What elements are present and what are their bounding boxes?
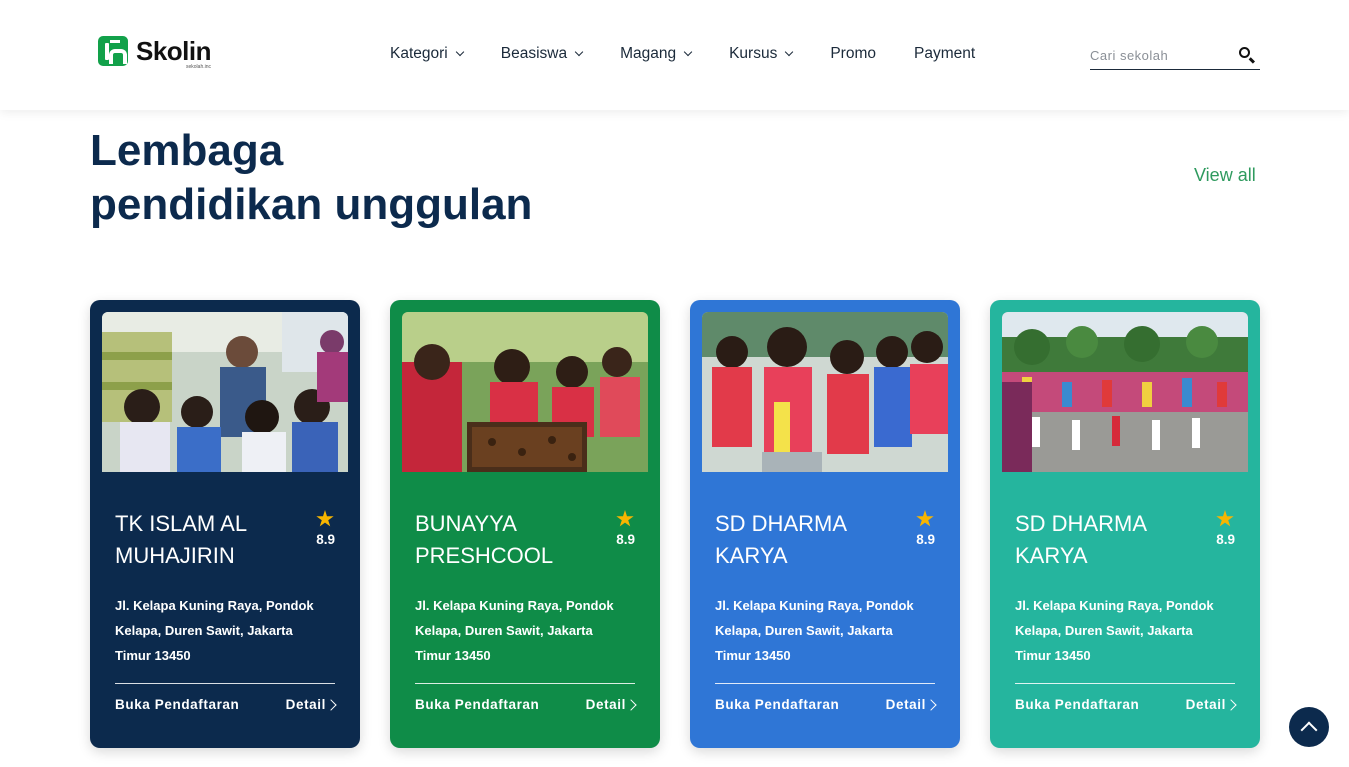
logo-icon xyxy=(98,36,128,66)
detail-link[interactable]: Detail xyxy=(885,697,937,712)
nav-item-payment[interactable]: Payment xyxy=(914,45,975,63)
chevron-right-icon xyxy=(325,698,337,711)
section-title: Lembaga pendidikan unggulan xyxy=(90,124,610,232)
detail-label: Detail xyxy=(885,697,926,712)
school-name: BUNAYYA PRESHCOOL xyxy=(415,511,554,568)
chevron-right-icon xyxy=(925,698,937,711)
chevron-right-icon xyxy=(1225,698,1237,711)
school-address: Jl. Kelapa Kuning Raya, Pondok Kelapa, D… xyxy=(715,598,914,663)
nav-item-kursus[interactable]: Kursus xyxy=(729,45,794,63)
nav-item-label: Magang xyxy=(620,45,677,62)
logo[interactable]: Skolin sekolah.inc xyxy=(98,36,212,70)
site-header: Skolin sekolah.inc Kategori Beasiswa Mag… xyxy=(0,0,1349,110)
school-address: Jl. Kelapa Kuning Raya, Pondok Kelapa, D… xyxy=(115,598,314,663)
search-icon[interactable] xyxy=(1239,47,1250,58)
search-bar xyxy=(1090,42,1260,70)
school-name: SD DHARMA KARYA xyxy=(1015,511,1146,568)
logo-tagline: sekolah.inc xyxy=(186,64,212,70)
school-photo xyxy=(102,312,348,472)
school-photo xyxy=(1002,312,1248,472)
chevron-down-icon xyxy=(455,47,464,57)
logo-text: Skolin xyxy=(136,36,212,66)
detail-link[interactable]: Detail xyxy=(585,697,637,712)
nav-item-label: Kategori xyxy=(390,45,448,62)
nav-item-label: Kursus xyxy=(729,45,778,62)
detail-link[interactable]: Detail xyxy=(285,697,337,712)
registration-status: Buka Pendaftaran xyxy=(715,697,840,712)
school-name: TK ISLAM AL MUHAJIRIN xyxy=(115,511,247,568)
chevron-down-icon xyxy=(785,47,794,57)
detail-link[interactable]: Detail xyxy=(1185,697,1237,712)
divider xyxy=(1015,683,1235,684)
star-icon xyxy=(1216,510,1234,527)
scroll-to-top-button[interactable] xyxy=(1289,707,1329,747)
divider xyxy=(115,683,335,684)
nav-item-magang[interactable]: Magang xyxy=(620,45,693,63)
registration-status: Buka Pendaftaran xyxy=(115,697,240,712)
school-photo xyxy=(402,312,648,472)
detail-label: Detail xyxy=(585,697,626,712)
nav-item-promo[interactable]: Promo xyxy=(830,45,876,63)
divider xyxy=(415,683,635,684)
view-all-link[interactable]: View all xyxy=(1194,165,1256,186)
nav-item-beasiswa[interactable]: Beasiswa xyxy=(500,45,584,63)
chevron-up-icon xyxy=(1300,721,1318,739)
school-card[interactable]: SD DHARMA KARYA 8.9 Jl. Kelapa Kuning Ra… xyxy=(690,300,960,748)
search-input[interactable] xyxy=(1090,48,1230,63)
school-card[interactable]: TK ISLAM AL MUHAJIRIN 8.9 Jl. Kelapa Kun… xyxy=(90,300,360,748)
nav-item-label: Beasiswa xyxy=(500,45,568,62)
nav-item-label: Payment xyxy=(914,45,976,62)
school-rating: 8.9 xyxy=(1216,532,1235,547)
section-title-line2: pendidikan unggulan xyxy=(90,180,533,229)
nav-item-kategori[interactable]: Kategori xyxy=(390,45,464,63)
school-address: Jl. Kelapa Kuning Raya, Pondok Kelapa, D… xyxy=(415,598,614,663)
divider xyxy=(715,683,935,684)
star-icon xyxy=(616,510,634,527)
nav-item-label: Promo xyxy=(830,45,876,62)
section-title-line1: Lembaga xyxy=(90,126,284,175)
detail-label: Detail xyxy=(285,697,326,712)
main-nav: Kategori Beasiswa Magang Kursus Promo Pa… xyxy=(390,45,1013,63)
chevron-right-icon xyxy=(625,698,637,711)
school-card[interactable]: SD DHARMA KARYA 8.9 Jl. Kelapa Kuning Ra… xyxy=(990,300,1260,748)
registration-status: Buka Pendaftaran xyxy=(1015,697,1140,712)
school-address: Jl. Kelapa Kuning Raya, Pondok Kelapa, D… xyxy=(1015,598,1214,663)
school-rating: 8.9 xyxy=(616,532,635,547)
star-icon xyxy=(916,510,934,527)
school-name: SD DHARMA KARYA xyxy=(715,511,846,568)
chevron-down-icon xyxy=(683,47,693,57)
school-rating: 8.9 xyxy=(916,532,935,547)
chevron-down-icon xyxy=(574,47,584,57)
star-icon xyxy=(316,510,334,527)
registration-status: Buka Pendaftaran xyxy=(415,697,540,712)
school-rating: 8.9 xyxy=(316,532,335,547)
detail-label: Detail xyxy=(1185,697,1226,712)
school-photo xyxy=(702,312,948,472)
school-card[interactable]: BUNAYYA PRESHCOOL 8.9 Jl. Kelapa Kuning … xyxy=(390,300,660,748)
